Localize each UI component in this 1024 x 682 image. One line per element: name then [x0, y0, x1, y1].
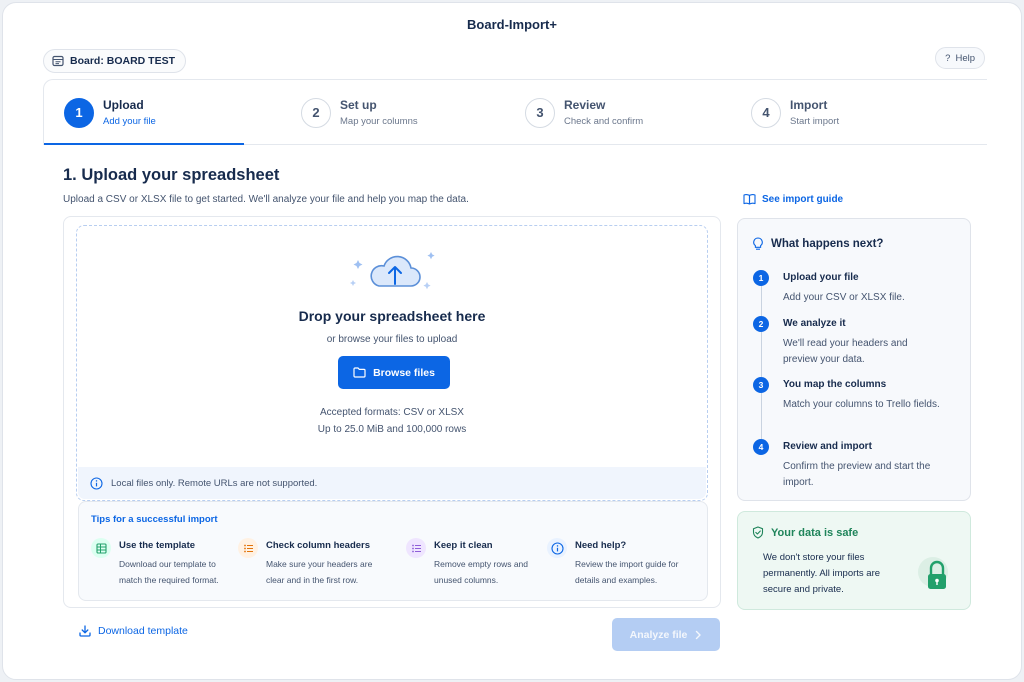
- analyze-file-label: Analyze file: [629, 628, 688, 641]
- tip-title: Check column headers: [266, 540, 371, 551]
- what-happens-next-card: What happens next? 1 Upload your file Ad…: [737, 218, 971, 501]
- step-title: Set up: [340, 98, 377, 112]
- next-step-text: We'll read your headers and preview your…: [783, 338, 908, 365]
- dropzone-title: Drop your spreadsheet here: [298, 308, 486, 324]
- next-step-title: We analyze it: [783, 318, 846, 329]
- next-step-number: 2: [753, 316, 769, 332]
- browse-files-button[interactable]: Browse files: [338, 356, 450, 389]
- step-number: 2: [301, 97, 331, 128]
- step-subtitle: Map your columns: [340, 116, 418, 127]
- step-number: 3: [525, 97, 555, 128]
- download-icon: [79, 625, 91, 637]
- next-step-title: You map the columns: [783, 379, 887, 390]
- step-title: Upload: [103, 98, 144, 112]
- tip-text: Remove empty rows and unused columns.: [434, 559, 529, 585]
- next-step-number: 1: [753, 270, 769, 286]
- see-import-guide-label: See import guide: [762, 193, 844, 205]
- shield-icon: [752, 526, 764, 539]
- next-step-number: 3: [753, 377, 769, 393]
- stepper: 1 Upload Add your file 2 Set up Map your…: [43, 79, 987, 145]
- next-step-text: Add your CSV or XLSX file.: [783, 292, 905, 303]
- local-files-note: Local files only. Remote URLs are not su…: [78, 467, 706, 499]
- step-subtitle: Add your file: [103, 116, 156, 127]
- data-safe-label: Your data is safe: [771, 526, 859, 539]
- page-description: Upload a CSV or XLSX file to get started…: [63, 194, 469, 205]
- next-step-title: Upload your file: [783, 272, 859, 283]
- info-icon: [547, 538, 567, 558]
- what-happens-next-label: What happens next?: [771, 238, 884, 250]
- step-title: Review: [564, 98, 606, 112]
- see-import-guide-link[interactable]: See import guide: [743, 193, 843, 205]
- tip-title: Need help?: [575, 540, 627, 551]
- next-step-text: Match your columns to Trello fields.: [783, 399, 940, 410]
- page-title: 1. Upload your spreadsheet: [63, 166, 280, 184]
- accepted-formats-line: Accepted formats: CSV or XLSX: [320, 407, 464, 418]
- app-window: Board-Import+ Board: BOARD TEST ? Help 1…: [2, 2, 1022, 680]
- step-subtitle: Start import: [790, 116, 840, 127]
- data-safe-card: Your data is safe We don't store your fi…: [737, 511, 971, 610]
- size-limit-line: Up to 25.0 MiB and 100,000 rows: [317, 424, 467, 435]
- step-title: Import: [790, 98, 828, 112]
- next-step-text: Confirm the preview and start the import…: [783, 461, 931, 488]
- board-chip[interactable]: Board: BOARD TEST: [43, 49, 186, 73]
- board-icon: [52, 55, 64, 67]
- download-template-label: Download template: [98, 625, 188, 637]
- board-label: Board: BOARD TEST: [70, 55, 175, 67]
- help-label: Help: [955, 52, 975, 64]
- tip-text: Review the import guide for details and …: [575, 559, 679, 585]
- lightbulb-icon: [753, 237, 763, 250]
- info-icon: [90, 476, 103, 490]
- dropzone[interactable]: Drop your spreadsheet here or browse you…: [76, 225, 708, 501]
- lock-icon: [918, 557, 948, 589]
- checklist-icon: [406, 538, 426, 558]
- accepted-formats: Accepted formats: CSV or XLSX Up to 25.0…: [77, 404, 707, 438]
- tips-title: Tips for a successful import: [91, 514, 218, 525]
- data-safe-title: Your data is safe: [752, 526, 858, 539]
- chevron-right-icon: [696, 630, 702, 639]
- local-files-note-text: Local files only. Remote URLs are not su…: [111, 477, 318, 489]
- dropzone-subtitle: or browse your files to upload: [326, 334, 458, 345]
- step-subtitle: Check and confirm: [564, 116, 644, 127]
- folder-icon: [353, 367, 366, 378]
- analyze-file-button[interactable]: Analyze file: [612, 618, 720, 651]
- next-step-title: Review and import: [783, 441, 872, 452]
- what-happens-next-title: What happens next?: [752, 237, 883, 251]
- tip-title: Keep it clean: [434, 540, 493, 551]
- list-icon: [238, 538, 258, 558]
- tips-panel: Tips for a successful import Use the tem…: [78, 501, 708, 601]
- next-step-number: 4: [753, 439, 769, 455]
- tip-title: Use the template: [119, 540, 196, 551]
- active-step-indicator: [44, 143, 244, 145]
- timeline-line: [761, 279, 762, 449]
- step-number: 1: [64, 97, 94, 128]
- help-icon: ?: [945, 52, 951, 64]
- browse-files-label: Browse files: [373, 366, 435, 379]
- step-setup[interactable]: 2 Set up Map your columns: [301, 80, 418, 145]
- data-safe-text: We don't store your files permanently. A…: [763, 552, 881, 595]
- step-number: 4: [751, 97, 781, 128]
- step-import[interactable]: 4 Import Start import: [751, 80, 839, 145]
- tip-text: Make sure your headers are clear and in …: [266, 559, 373, 585]
- book-icon: [743, 194, 756, 205]
- help-button[interactable]: ? Help: [935, 47, 985, 69]
- app-title: Board-Import+: [467, 17, 557, 32]
- tip-text: Download our template to match the requi…: [119, 559, 219, 585]
- upload-panel: Drop your spreadsheet here or browse you…: [63, 216, 721, 608]
- table-icon: [91, 538, 111, 558]
- download-template-link[interactable]: Download template: [79, 625, 188, 637]
- cloud-upload-icon: [350, 252, 435, 290]
- step-upload[interactable]: 1 Upload Add your file: [64, 80, 156, 145]
- step-review[interactable]: 3 Review Check and confirm: [525, 80, 643, 145]
